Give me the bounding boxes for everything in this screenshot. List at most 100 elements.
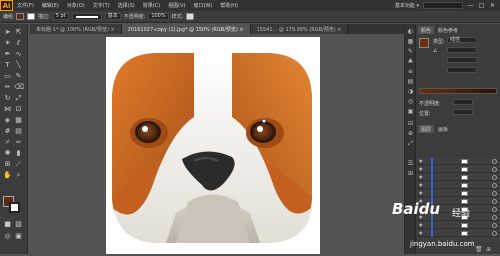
perspective-grid-tool-icon[interactable]: ▦ bbox=[14, 116, 23, 125]
mesh-tool-icon[interactable]: # bbox=[3, 127, 12, 136]
align-panel-icon[interactable]: ⊟ bbox=[407, 120, 414, 127]
layer-row[interactable]: ◉ bbox=[417, 182, 500, 189]
magic-wand-tool-icon[interactable]: ✶ bbox=[3, 39, 12, 48]
gradient-type-dropdown[interactable]: 线性 bbox=[447, 37, 477, 43]
opacity-field[interactable]: 100% bbox=[148, 13, 169, 20]
screen-mode-icon[interactable]: ▣ bbox=[14, 232, 23, 241]
menu-object[interactable]: 对象(O) bbox=[63, 2, 89, 9]
scale-tool-icon[interactable]: ⤢ bbox=[14, 94, 23, 103]
paintbrush-tool-icon[interactable]: ✎ bbox=[14, 72, 23, 81]
selection-tool-icon[interactable]: ➤ bbox=[3, 28, 12, 37]
artboard[interactable] bbox=[106, 37, 320, 254]
artboards-panel-icon[interactable]: ⊞ bbox=[407, 170, 414, 177]
menu-view[interactable]: 视图(V) bbox=[164, 2, 189, 9]
visibility-eye-icon[interactable]: ◉ bbox=[419, 167, 424, 171]
layer-row[interactable]: ◉ bbox=[417, 174, 500, 181]
pencil-tool-icon[interactable]: ✏ bbox=[3, 83, 12, 92]
rectangle-tool-icon[interactable]: ▭ bbox=[3, 72, 12, 81]
slice-tool-icon[interactable]: ⟋ bbox=[14, 160, 23, 169]
target-circle-icon[interactable] bbox=[492, 191, 497, 196]
line-tool-icon[interactable]: ╲ bbox=[14, 61, 23, 70]
rotate-tool-icon[interactable]: ↻ bbox=[3, 94, 12, 103]
shape-builder-tool-icon[interactable]: ◈ bbox=[3, 116, 12, 125]
gradient-tool-icon[interactable]: ▤ bbox=[14, 127, 23, 136]
layer-row[interactable]: ◉ bbox=[417, 230, 500, 237]
stroke-weight-field[interactable]: 5 pt bbox=[52, 13, 69, 20]
graphic-styles-panel-icon[interactable]: ▣ bbox=[407, 108, 414, 115]
stroke-profile-dropdown[interactable] bbox=[71, 13, 102, 20]
visibility-eye-icon[interactable]: ◉ bbox=[419, 223, 424, 227]
menu-effect[interactable]: 效果(C) bbox=[139, 2, 164, 9]
appearance-panel-icon[interactable]: ◎ bbox=[407, 98, 414, 105]
target-circle-icon[interactable] bbox=[492, 215, 497, 220]
close-button[interactable]: ✕ bbox=[489, 2, 496, 9]
transform-panel-icon[interactable]: ⤢ bbox=[407, 140, 414, 147]
gradient-panel-icon[interactable]: ▤ bbox=[407, 78, 414, 85]
search-input[interactable] bbox=[423, 2, 463, 9]
artboard-tool-icon[interactable]: ⊞ bbox=[3, 160, 12, 169]
layer-row[interactable]: ◉ bbox=[417, 158, 500, 165]
graph-tool-icon[interactable]: ▮ bbox=[14, 149, 23, 158]
symbol-sprayer-tool-icon[interactable]: ✺ bbox=[3, 149, 12, 158]
tab-layers[interactable]: 图层 bbox=[418, 125, 435, 133]
visibility-eye-icon[interactable]: ◉ bbox=[419, 175, 424, 179]
visibility-eye-icon[interactable]: ◉ bbox=[419, 191, 424, 195]
menu-edit[interactable]: 编辑(E) bbox=[38, 2, 63, 9]
lasso-tool-icon[interactable]: ℓ bbox=[14, 39, 23, 48]
transparency-panel-icon[interactable]: ◑ bbox=[407, 88, 414, 95]
aspect-ratio-field[interactable] bbox=[447, 57, 477, 63]
target-circle-icon[interactable] bbox=[492, 159, 497, 164]
angle-field[interactable] bbox=[447, 47, 477, 53]
workspace-switcher[interactable]: 基本功能 ▾ bbox=[395, 2, 419, 9]
color-mode-icon[interactable]: ■ bbox=[3, 220, 12, 229]
free-transform-tool-icon[interactable]: ⊡ bbox=[14, 105, 23, 114]
pathfinder-panel-icon[interactable]: ⊕ bbox=[407, 130, 414, 137]
zoom-tool-icon[interactable]: ⌕ bbox=[14, 171, 23, 180]
width-tool-icon[interactable]: ⋈ bbox=[3, 105, 12, 114]
tab-color[interactable]: 颜色 bbox=[418, 26, 435, 34]
dog-face-illustration[interactable] bbox=[106, 37, 320, 254]
stop-opacity-field[interactable] bbox=[453, 99, 473, 105]
type-tool-icon[interactable]: T bbox=[3, 61, 12, 70]
direct-selection-tool-icon[interactable]: ⇱ bbox=[14, 28, 23, 37]
target-circle-icon[interactable] bbox=[492, 223, 497, 228]
graphic-style-swatch[interactable] bbox=[186, 13, 195, 20]
brush-style-dropdown[interactable]: 基本 bbox=[104, 13, 121, 20]
stroke-panel-icon[interactable]: ≡ bbox=[407, 68, 414, 75]
menu-type[interactable]: 文字(T) bbox=[89, 2, 114, 9]
visibility-eye-icon[interactable]: ◉ bbox=[419, 231, 424, 235]
draw-mode-icon[interactable]: ◎ bbox=[3, 232, 12, 241]
layer-row[interactable]: ◉ bbox=[417, 190, 500, 197]
pen-tool-icon[interactable]: ✒ bbox=[3, 50, 12, 59]
stop-position-field[interactable] bbox=[453, 109, 473, 115]
stroke-color-icon[interactable] bbox=[9, 202, 20, 213]
delete-layer-icon[interactable]: 🗑 bbox=[475, 246, 483, 253]
target-circle-icon[interactable] bbox=[492, 167, 497, 172]
menu-select[interactable]: 选择(S) bbox=[114, 2, 139, 9]
symbols-panel-icon[interactable]: ♣ bbox=[407, 58, 414, 65]
brushes-panel-icon[interactable]: ✎ bbox=[407, 48, 414, 55]
swatches-panel-icon[interactable]: ▦ bbox=[407, 38, 414, 45]
visibility-eye-icon[interactable]: ◉ bbox=[419, 159, 424, 163]
tab-document-1[interactable]: 未标题-1* @ 100% (RGB/预览) × bbox=[30, 24, 122, 34]
reverse-gradient-button[interactable] bbox=[447, 67, 477, 73]
visibility-eye-icon[interactable]: ◉ bbox=[419, 183, 424, 187]
blend-tool-icon[interactable]: ∞ bbox=[14, 138, 23, 147]
target-circle-icon[interactable] bbox=[492, 183, 497, 188]
color-panel-icon[interactable]: ◐ bbox=[407, 28, 414, 35]
stroke-color-swatch[interactable] bbox=[27, 13, 36, 20]
new-layer-icon[interactable]: ⊕ bbox=[485, 246, 492, 253]
layer-row[interactable]: ◉ bbox=[417, 166, 500, 173]
gradient-preview-swatch[interactable] bbox=[419, 38, 429, 48]
target-circle-icon[interactable] bbox=[492, 231, 497, 236]
fill-color-swatch[interactable] bbox=[16, 13, 25, 20]
hand-tool-icon[interactable]: ✋ bbox=[3, 171, 12, 180]
curvature-tool-icon[interactable]: ∿ bbox=[14, 50, 23, 59]
maximize-button[interactable]: □ bbox=[478, 2, 485, 9]
eraser-tool-icon[interactable]: ⌫ bbox=[14, 83, 24, 92]
tab-document-3[interactable]: 15541... @ 179.99% (RGB/预览) × bbox=[250, 24, 349, 34]
tab-color-guide[interactable]: 颜色参考 bbox=[435, 26, 462, 34]
target-circle-icon[interactable] bbox=[492, 175, 497, 180]
layers-panel-icon[interactable]: ☰ bbox=[407, 160, 414, 167]
minimize-button[interactable]: — bbox=[467, 2, 474, 9]
